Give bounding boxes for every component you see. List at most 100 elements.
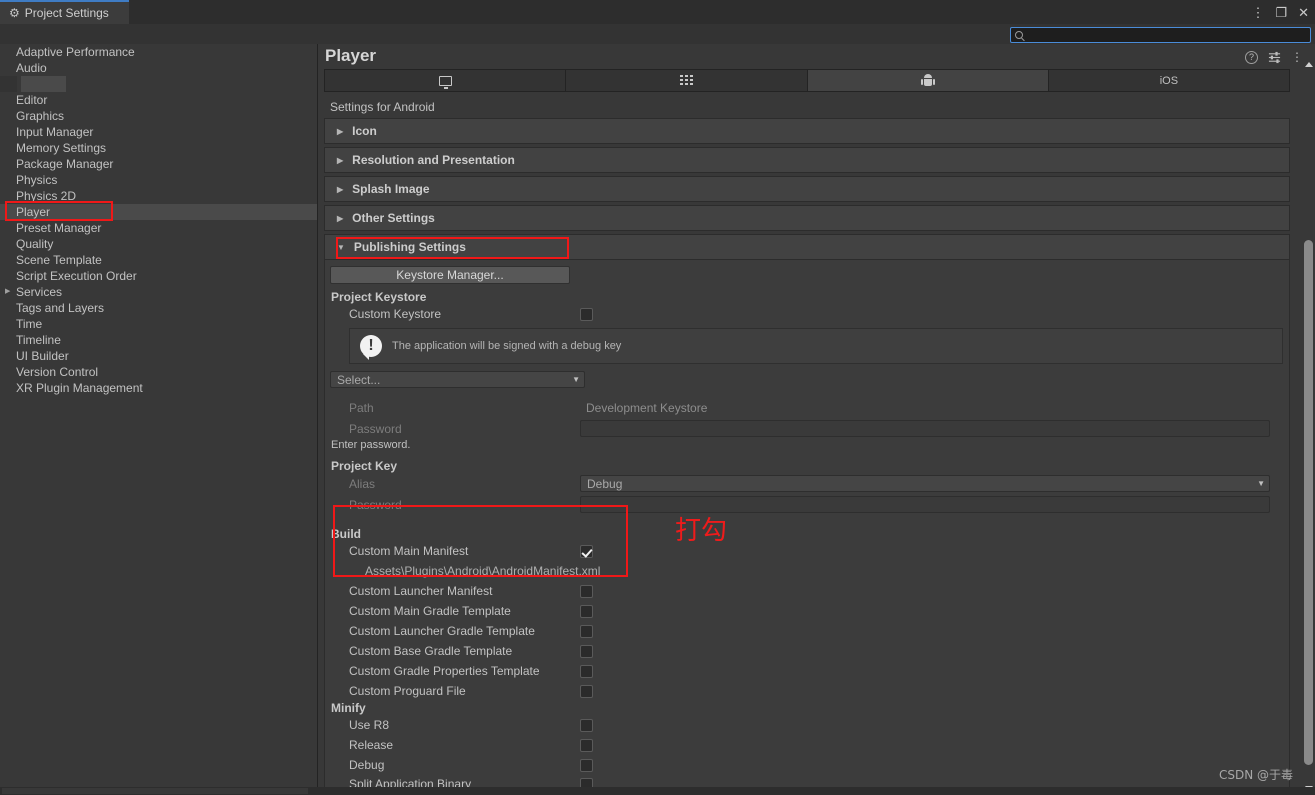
use-r8-label: Use R8 (349, 718, 390, 732)
page-title: Player (325, 46, 377, 65)
sidebar-item-physics-2d[interactable]: Physics 2D (0, 188, 317, 204)
sidebar-item-input-manager[interactable]: Input Manager (0, 124, 317, 140)
chevron-right-icon: ▶ (337, 155, 344, 165)
sidebar-item-editor[interactable]: Editor (0, 92, 317, 108)
sidebar-item-adaptive-performance[interactable]: Adaptive Performance (0, 44, 317, 60)
more-menu-icon[interactable]: ⋮ (1251, 6, 1264, 19)
platform-tab-bar[interactable]: iOS (324, 69, 1290, 92)
foldout-publishing-settings[interactable]: ▼ Publishing Settings (324, 234, 1290, 260)
sidebar-item-version-control[interactable]: Version Control (0, 364, 317, 380)
row-custom-keystore[interactable]: Custom Keystore (325, 304, 1289, 324)
sidebar-item-label: Scene Template (16, 253, 102, 267)
row-custom-gradle-properties-template[interactable]: Custom Gradle Properties Template (325, 661, 1289, 681)
row-minify-release[interactable]: Release (325, 735, 1289, 755)
sidebar-item-label: Editor (16, 93, 48, 107)
foldout-splash-image[interactable]: ▶ Splash Image (324, 176, 1290, 202)
row-custom-main-gradle-template[interactable]: Custom Main Gradle Template (325, 601, 1289, 621)
custom-keystore-label: Custom Keystore (349, 307, 442, 321)
scroll-up-arrow-icon[interactable] (1305, 62, 1313, 67)
close-icon[interactable]: ✕ (1298, 6, 1309, 19)
alias-value: Debug (587, 476, 623, 491)
preset-icon[interactable] (1268, 51, 1281, 64)
window-buttons: ⋮ ❐ ✕ (1251, 0, 1309, 24)
sidebar-occluded-row (0, 76, 317, 92)
horizontal-scrollbar[interactable] (2, 788, 308, 794)
alias-dropdown[interactable]: Debug ▼ (580, 475, 1270, 492)
row-keystore-path: Path Development Keystore (325, 397, 1289, 418)
sidebar-item-label: Physics 2D (16, 189, 77, 203)
scrollbar-thumb[interactable] (1304, 240, 1313, 765)
sidebar-item-scene-template[interactable]: Scene Template (0, 252, 317, 268)
sidebar-item-services[interactable]: Services (0, 284, 317, 300)
help-icon[interactable]: ? (1245, 50, 1258, 64)
bottom-bar (0, 787, 1315, 795)
foldout-icon[interactable]: ▶ Icon (324, 118, 1290, 144)
key-password-label: Password (349, 497, 402, 512)
search-input[interactable] (1023, 29, 1310, 41)
tab-ios[interactable]: iOS (1048, 70, 1289, 91)
row-minify-debug[interactable]: Debug (325, 755, 1289, 775)
standalone-monitor-icon (438, 75, 452, 89)
annotation-text: 打勾 (675, 516, 728, 546)
foldout-label: Splash Image (352, 182, 430, 196)
sidebar-item-label: Time (16, 317, 43, 331)
custom-keystore-checkbox[interactable] (580, 307, 593, 321)
foldout-other-settings[interactable]: ▶ Other Settings (324, 205, 1290, 231)
sidebar-item-label: Audio (16, 61, 47, 75)
sidebar-item-audio[interactable]: Audio (0, 60, 317, 76)
custom-main-manifest-path: Assets\Plugins\Android\AndroidManifest.x… (365, 564, 601, 578)
custom-base-gradle-template-label: Custom Base Gradle Template (349, 644, 513, 658)
keystore-password-field[interactable] (580, 420, 1270, 437)
chevron-down-icon: ▼ (572, 375, 580, 384)
custom-launcher-manifest-checkbox[interactable] (580, 584, 593, 598)
panel-header-icons: ? ⋮ (1245, 50, 1303, 64)
sidebar-item-preset-manager[interactable]: Preset Manager (0, 220, 317, 236)
row-keystore-password[interactable]: Password (325, 418, 1289, 439)
custom-launcher-gradle-template-checkbox[interactable] (580, 624, 593, 638)
custom-proguard-file-checkbox[interactable] (580, 684, 593, 698)
row-key-alias[interactable]: Alias Debug ▼ (325, 473, 1289, 494)
sidebar-item-player[interactable]: Player (0, 204, 317, 220)
sidebar-item-ui-builder[interactable]: UI Builder (0, 348, 317, 364)
row-custom-main-manifest[interactable]: Custom Main Manifest (325, 541, 1289, 561)
minify-title: Minify (331, 701, 366, 715)
path-label: Path (349, 400, 374, 415)
watermark: CSDN @于毒 (1218, 768, 1293, 782)
tab-project-settings[interactable]: ⚙ Project Settings (0, 0, 129, 24)
row-key-password[interactable]: Password (325, 494, 1289, 515)
sidebar-item-timeline[interactable]: Timeline (0, 332, 317, 348)
search-box[interactable] (1010, 27, 1311, 43)
custom-base-gradle-template-checkbox[interactable] (580, 644, 593, 658)
sidebar-item-xr-plugin-management[interactable]: XR Plugin Management (0, 380, 317, 396)
chevron-down-icon: ▼ (1257, 479, 1265, 488)
minify-debug-checkbox[interactable] (580, 758, 593, 772)
sidebar-item-quality[interactable]: Quality (0, 236, 317, 252)
keystore-select-dropdown[interactable]: Select... ▼ (330, 371, 585, 388)
foldout-resolution-and-presentation[interactable]: ▶ Resolution and Presentation (324, 147, 1290, 173)
settings-sidebar[interactable]: Adaptive Performance Audio Editor Graphi… (0, 44, 318, 795)
row-custom-launcher-manifest[interactable]: Custom Launcher Manifest (325, 581, 1289, 601)
tab-webgl[interactable] (566, 70, 808, 91)
custom-gradle-properties-template-checkbox[interactable] (580, 664, 593, 678)
row-custom-base-gradle-template[interactable]: Custom Base Gradle Template (325, 641, 1289, 661)
keystore-manager-button[interactable]: Keystore Manager... (330, 266, 570, 284)
tab-android[interactable] (807, 70, 1049, 91)
maximize-icon[interactable]: ❐ (1275, 6, 1287, 19)
sidebar-item-package-manager[interactable]: Package Manager (0, 156, 317, 172)
vertical-scrollbar[interactable] (1302, 60, 1315, 795)
row-use-r8[interactable]: Use R8 (325, 715, 1289, 735)
sidebar-item-memory-settings[interactable]: Memory Settings (0, 140, 317, 156)
row-custom-proguard-file[interactable]: Custom Proguard File (325, 681, 1289, 701)
custom-main-manifest-checkbox[interactable] (580, 544, 593, 558)
sidebar-item-physics[interactable]: Physics (0, 172, 317, 188)
sidebar-item-label: Package Manager (16, 157, 114, 171)
tab-standalone[interactable] (325, 70, 567, 91)
use-r8-checkbox[interactable] (580, 718, 593, 732)
sidebar-item-time[interactable]: Time (0, 316, 317, 332)
custom-main-gradle-template-checkbox[interactable] (580, 604, 593, 618)
sidebar-item-graphics[interactable]: Graphics (0, 108, 317, 124)
sidebar-item-tags-and-layers[interactable]: Tags and Layers (0, 300, 317, 316)
sidebar-item-script-execution-order[interactable]: Script Execution Order (0, 268, 317, 284)
minify-release-checkbox[interactable] (580, 738, 593, 752)
row-custom-launcher-gradle-template[interactable]: Custom Launcher Gradle Template (325, 621, 1289, 641)
